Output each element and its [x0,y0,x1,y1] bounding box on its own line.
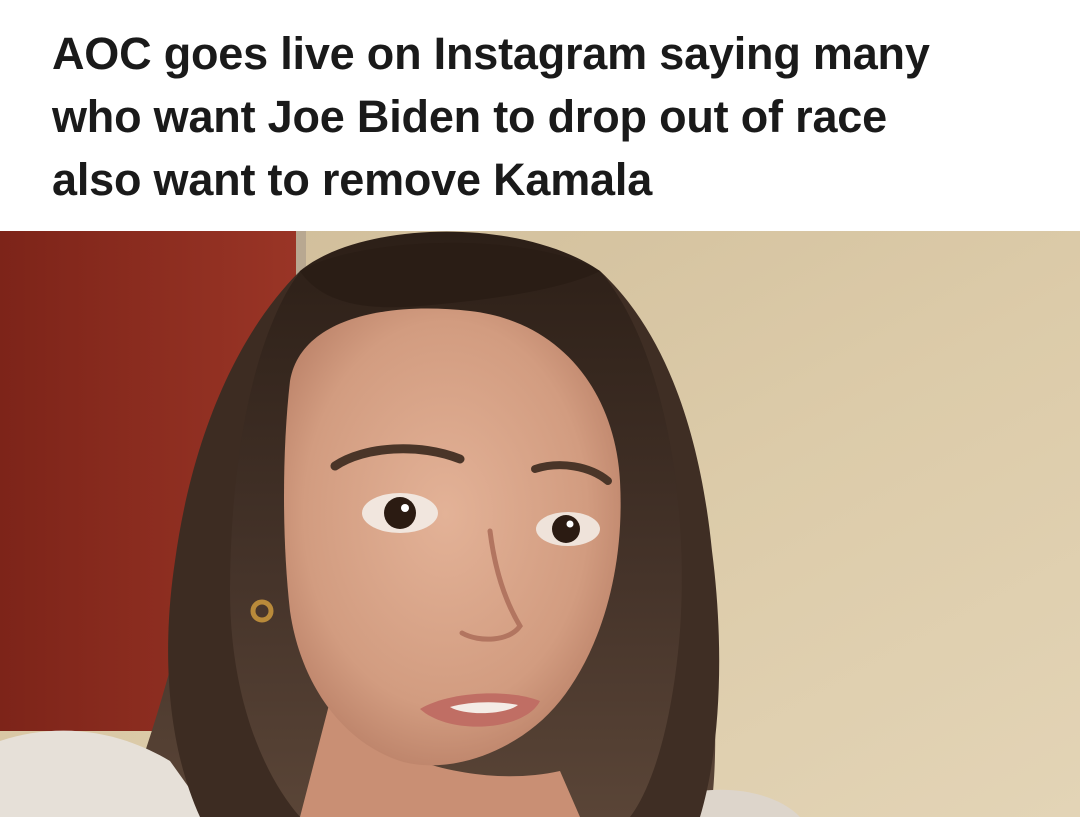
headline-line-1: AOC goes live on Instagram saying many [52,28,930,79]
headline-line-2: who want Joe Biden to drop out of race [52,91,887,142]
left-iris [384,497,416,529]
left-eye-glint [401,504,409,512]
article-photo [0,231,1080,817]
selfie-video-frame [0,231,1080,817]
headline: AOC goes live on Instagram saying many w… [52,22,1042,211]
right-iris [552,515,580,543]
news-post: AOC goes live on Instagram saying many w… [0,0,1080,817]
right-eye-glint [566,520,574,528]
headline-line-3: also want to remove Kamala [52,154,653,205]
